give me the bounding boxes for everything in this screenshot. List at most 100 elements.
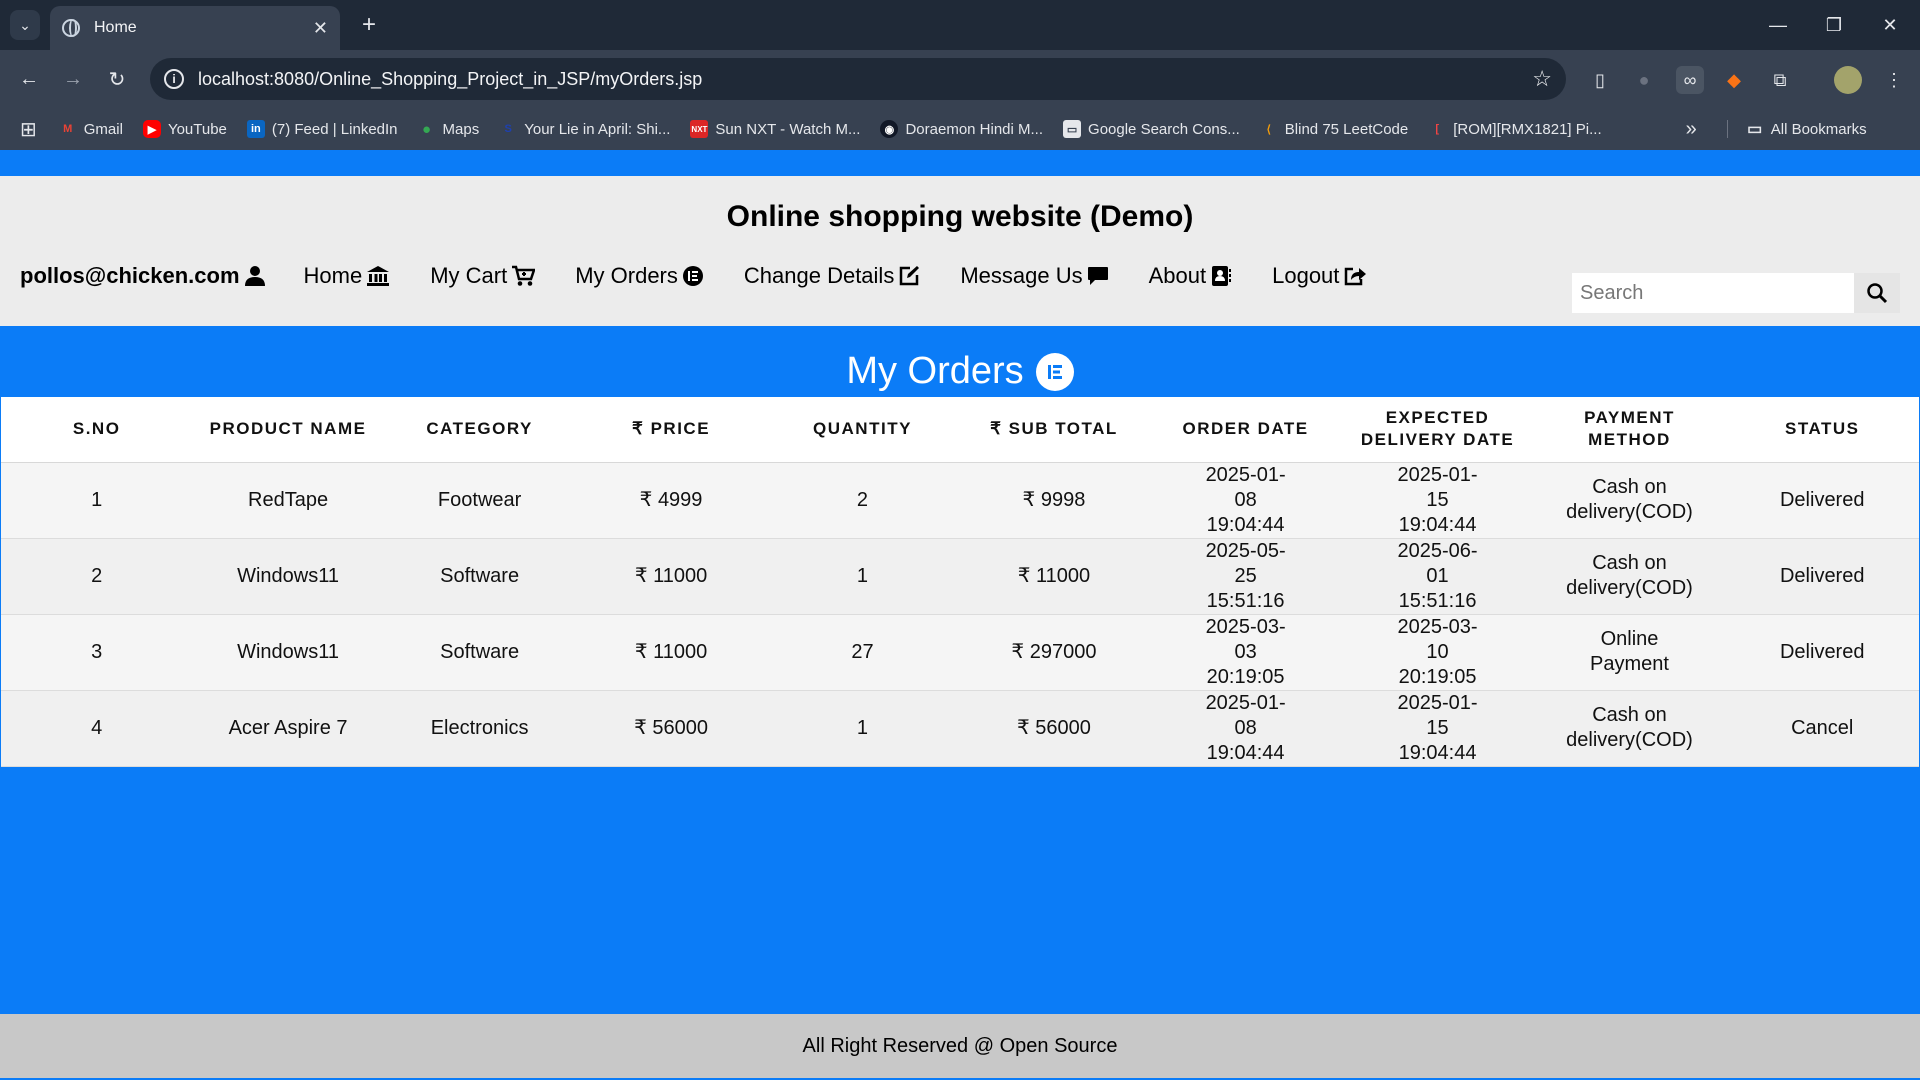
table-cell: 2025-03-10 20:19:05 bbox=[1341, 614, 1534, 691]
table-cell: 1 bbox=[766, 690, 959, 767]
bookmark-maps[interactable]: ● Maps bbox=[418, 120, 479, 138]
bookmark-doraemon[interactable]: ◉ Doraemon Hindi M... bbox=[880, 120, 1043, 138]
browser-menu-icon[interactable]: ⋮ bbox=[1880, 66, 1908, 94]
glasses-extension-icon[interactable]: ∞ bbox=[1676, 66, 1704, 94]
nav-my-cart[interactable]: My Cart bbox=[430, 263, 536, 289]
list-circle-icon bbox=[1035, 352, 1074, 391]
table-cell: Cash on delivery(COD) bbox=[1533, 462, 1726, 539]
bookmark-youtube[interactable]: ▶ YouTube bbox=[142, 120, 227, 138]
table-cell: 2025-01-15 19:04:44 bbox=[1341, 462, 1534, 539]
search-console-icon: ▭ bbox=[1063, 120, 1082, 138]
table-cell: 2025-01-08 19:04:44 bbox=[1149, 690, 1342, 767]
nav-message-us[interactable]: Message Us bbox=[960, 263, 1108, 289]
bookmark-sun-nxt[interactable]: NXT Sun NXT - Watch M... bbox=[690, 120, 860, 138]
table-cell: 2 bbox=[766, 462, 959, 539]
restore-button[interactable]: ❐ bbox=[1814, 8, 1854, 42]
profile-avatar[interactable] bbox=[1834, 66, 1862, 94]
table-cell: Delivered bbox=[1725, 538, 1919, 615]
site-title: Online shopping website (Demo) bbox=[726, 200, 1194, 233]
column-header: ₹ PRICE bbox=[575, 397, 767, 463]
nav-home[interactable]: Home bbox=[304, 263, 391, 289]
close-window-button[interactable]: ✕ bbox=[1870, 8, 1910, 42]
bookmark-your-lie-in-april[interactable]: S Your Lie in April: Shi... bbox=[499, 120, 671, 138]
table-cell: Footwear bbox=[383, 462, 576, 539]
extensions-puzzle-icon[interactable]: ⧉ bbox=[1766, 66, 1794, 94]
tab-search-button[interactable]: ⌄ bbox=[10, 10, 40, 40]
folder-icon: ▭ bbox=[1747, 121, 1763, 138]
bookmark-star-icon[interactable]: ☆ bbox=[1532, 66, 1552, 92]
bank-icon bbox=[367, 266, 390, 286]
table-row: 3 Windows11 Software ₹ 11000 27 ₹ 297000 2025-… bbox=[1, 614, 1919, 691]
message-icon bbox=[1087, 267, 1108, 285]
minimize-button[interactable]: — bbox=[1758, 8, 1798, 42]
table-cell: 4 bbox=[1, 690, 193, 767]
bookmark-blind-75[interactable]: ⟨ Blind 75 LeetCode bbox=[1260, 120, 1409, 138]
browser-tab[interactable]: Home ✕ bbox=[50, 6, 340, 50]
orders-table: S.NO PRODUCT NAME CATEGORY ₹ PRICE QUANTITY ₹… bbox=[1, 397, 1919, 767]
search-input[interactable] bbox=[1572, 273, 1854, 313]
table-cell: 1 bbox=[766, 538, 959, 615]
column-header: ₹ SUB TOTAL bbox=[958, 397, 1150, 463]
table-cell: Windows11 bbox=[192, 614, 384, 691]
new-tab-button[interactable]: + bbox=[354, 10, 384, 40]
robot-extension-icon[interactable]: ● bbox=[1630, 66, 1658, 94]
page-content: Online shopping website (Demo) pollos@ch… bbox=[0, 150, 1920, 1080]
nav-change-details[interactable]: Change Details bbox=[744, 263, 920, 289]
table-cell: ₹ 297000 bbox=[958, 614, 1150, 691]
column-header: PAYMENT METHOD bbox=[1533, 397, 1726, 463]
column-header: S.NO bbox=[1, 397, 193, 463]
table-cell: 1 bbox=[1, 462, 193, 539]
table-cell: 2025-01-08 19:04:44 bbox=[1149, 462, 1342, 539]
more-bookmarks-icon[interactable]: » bbox=[1686, 118, 1697, 141]
linkedin-icon: in bbox=[246, 120, 265, 138]
table-cell: Electronics bbox=[383, 690, 576, 767]
bookmark-rom[interactable]: [[ROM][RMX1821] Pi... bbox=[1428, 120, 1601, 138]
fox-extension-icon[interactable]: ◆ bbox=[1720, 66, 1748, 94]
table-cell: 27 bbox=[766, 614, 959, 691]
contact-card-icon bbox=[1212, 266, 1232, 286]
close-tab-icon[interactable]: ✕ bbox=[313, 18, 328, 39]
nav-about[interactable]: About bbox=[1149, 263, 1233, 289]
search-button[interactable] bbox=[1854, 273, 1900, 313]
rom-icon: [ bbox=[1435, 123, 1440, 135]
sun-nxt-icon: NXT bbox=[690, 120, 709, 138]
back-button[interactable]: ← bbox=[14, 64, 44, 94]
table-cell: ₹ 4999 bbox=[575, 462, 767, 539]
table-cell: Cash on delivery(COD) bbox=[1533, 690, 1726, 767]
apps-grid-icon[interactable]: ⊞ bbox=[20, 117, 37, 142]
search-icon bbox=[1867, 283, 1888, 304]
table-cell: Cancel bbox=[1725, 690, 1919, 767]
forward-button[interactable]: → bbox=[58, 64, 88, 94]
all-bookmarks[interactable]: ▭ All Bookmarks bbox=[1726, 120, 1867, 138]
table-cell: Software bbox=[383, 538, 576, 615]
table-row: 1 RedTape Footwear ₹ 4999 2 ₹ 9998 2025-01-08 … bbox=[1, 462, 1919, 539]
nav-my-orders[interactable]: My Orders bbox=[575, 263, 704, 289]
globe-icon bbox=[62, 19, 80, 37]
browser-tabstrip: ⌄ Home ✕ + — ❐ ✕ bbox=[0, 0, 1920, 50]
bookmark-google-search-console[interactable]: ▭ Google Search Cons... bbox=[1063, 120, 1240, 138]
phone-extension-icon[interactable]: ▯ bbox=[1586, 66, 1614, 94]
address-bar[interactable]: i localhost:8080/Online_Shopping_Project… bbox=[150, 58, 1566, 100]
site-info-icon[interactable]: i bbox=[164, 69, 184, 89]
doraemon-icon: ◉ bbox=[880, 120, 899, 138]
table-cell: ₹ 9998 bbox=[958, 462, 1150, 539]
bookmark-linkedin[interactable]: in (7) Feed | LinkedIn bbox=[246, 120, 398, 138]
table-cell: Cash on delivery(COD) bbox=[1533, 538, 1726, 615]
table-cell: Acer Aspire 7 bbox=[192, 690, 384, 767]
user-email[interactable]: pollos@chicken.com bbox=[20, 263, 266, 289]
column-header: ORDER DATE bbox=[1149, 397, 1342, 463]
bookmark-gmail[interactable]: M Gmail bbox=[59, 120, 123, 138]
nav-logout[interactable]: Logout bbox=[1272, 263, 1367, 289]
table-cell: Online Payment bbox=[1533, 614, 1726, 691]
main-nav: pollos@chicken.com Home My Cart My Order… bbox=[20, 256, 1407, 296]
maps-icon: ● bbox=[422, 120, 432, 138]
cart-icon bbox=[512, 265, 536, 286]
reload-button[interactable]: ↻ bbox=[102, 64, 132, 94]
table-cell: 3 bbox=[1, 614, 193, 691]
table-cell: ₹ 11000 bbox=[575, 614, 767, 691]
table-cell: ₹ 11000 bbox=[575, 538, 767, 615]
table-row: 4 Acer Aspire 7 Electronics ₹ 56000 1 ₹ 56000… bbox=[1, 690, 1919, 767]
s-icon: S bbox=[504, 123, 512, 135]
bookmarks-bar: ⊞ M Gmail ▶ YouTube in (7) Feed | LinkedIn … bbox=[0, 108, 1920, 150]
table-cell: 2025-01-15 19:04:44 bbox=[1341, 690, 1534, 767]
